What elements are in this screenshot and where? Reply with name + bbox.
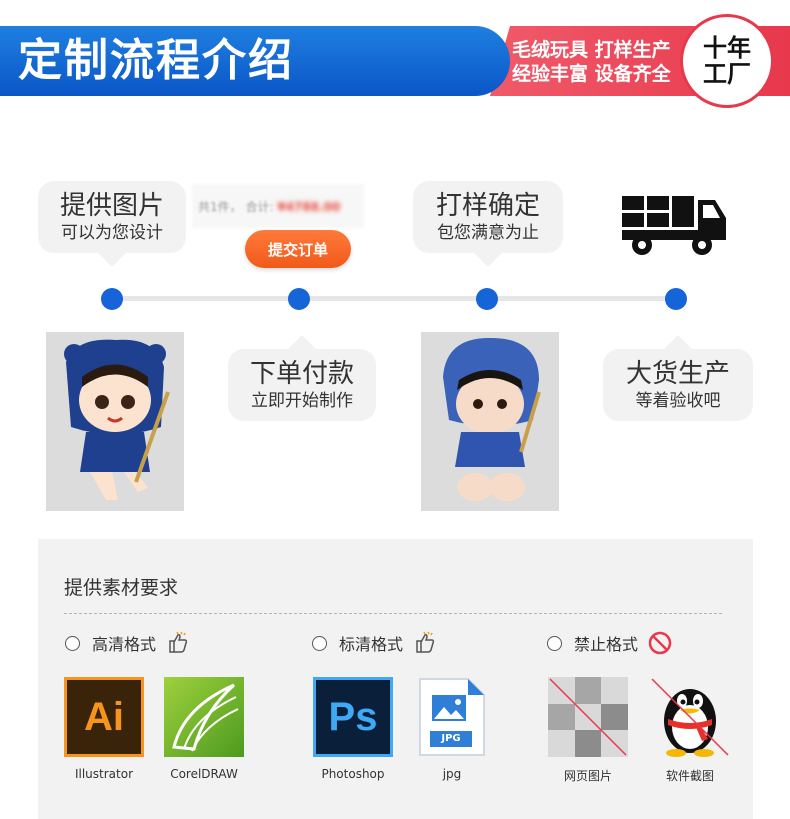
photoshop-logo-text: Ps xyxy=(328,694,378,739)
order-total-value: ¥4788.00 xyxy=(277,200,341,214)
material-requirements-panel: 提供素材要求 高清格式 标清格式 禁止格式 Ai Illustrator Cor… xyxy=(38,539,753,819)
dashed-divider xyxy=(64,613,722,614)
order-summary-snippet: 共1件， 合计: ¥4788.00 xyxy=(192,184,364,228)
file-jpg: JPG jpg xyxy=(418,677,486,781)
step-provide-image-bubble: 提供图片 可以为您设计 xyxy=(38,181,186,267)
jpg-file-icon: JPG xyxy=(418,677,486,757)
file-caption: Photoshop xyxy=(321,767,385,781)
step-title: 打样确定 xyxy=(435,191,540,221)
step-title: 提供图片 xyxy=(59,191,164,221)
file-illustrator: Ai Illustrator xyxy=(64,677,144,781)
step-title: 大货生产 xyxy=(625,359,730,389)
illustrator-icon: Ai xyxy=(64,677,144,757)
format-group-forbidden: 禁止格式 xyxy=(547,631,672,655)
timeline-dot-4 xyxy=(665,288,687,310)
qq-penguin-icon xyxy=(650,677,730,757)
ten-year-factory-badge: 十年 工厂 xyxy=(680,14,774,108)
file-caption: CorelDRAW xyxy=(170,767,238,781)
step-subtitle: 包您满意为止 xyxy=(437,223,539,243)
file-caption: jpg xyxy=(442,767,462,781)
badge-line-2: 工厂 xyxy=(703,59,751,88)
step-order-pay-bubble: 下单付款 立即开始制作 xyxy=(228,335,376,421)
badge-line-1: 十年 xyxy=(703,33,751,62)
timeline-dot-2 xyxy=(288,288,310,310)
step-subtitle: 等着验收吧 xyxy=(635,391,721,411)
illustrator-logo-text: Ai xyxy=(84,694,124,739)
page-title: 定制流程介绍 xyxy=(18,35,294,86)
requirements-title: 提供素材要求 xyxy=(64,577,179,599)
timeline-dot-1 xyxy=(101,288,123,310)
header-banner: 定制流程介绍 毛绒玩具 打样生产 经验丰富 设备齐全 十年 工厂 xyxy=(0,14,790,108)
thumbs-up-icon xyxy=(169,631,188,653)
tagline-line-1: 毛绒玩具 打样生产 xyxy=(512,39,671,61)
timeline-track xyxy=(112,296,677,301)
photoshop-icon: Ps xyxy=(313,677,393,757)
banner-tagline: 毛绒玩具 打样生产 经验丰富 设备齐全 xyxy=(512,38,682,86)
file-web-image: 网页图片 xyxy=(548,677,628,784)
file-caption: 软件截图 xyxy=(665,769,714,783)
step-sample-confirm-bubble: 打样确定 包您满意为止 xyxy=(413,181,563,267)
format-hd-label: 高清格式 xyxy=(92,635,157,654)
plush-sample-image xyxy=(421,332,559,511)
submit-order-button[interactable]: 提交订单 xyxy=(245,230,351,268)
format-forbidden-label: 禁止格式 xyxy=(574,635,639,654)
timeline-dot-3 xyxy=(476,288,498,310)
web-image-icon xyxy=(548,677,628,757)
delivery-truck-icon xyxy=(622,196,726,255)
order-count: 共1件， xyxy=(198,200,242,214)
file-caption: Illustrator xyxy=(74,767,134,781)
format-group-sd: 标清格式 xyxy=(312,631,437,655)
format-sd-radio[interactable] xyxy=(312,635,327,651)
file-caption: 网页图片 xyxy=(563,769,612,783)
order-total-label: 合计: xyxy=(245,200,274,214)
file-photoshop: Ps Photoshop xyxy=(313,677,393,781)
format-sd-label: 标清格式 xyxy=(339,635,404,654)
step-mass-production-bubble: 大货生产 等着验收吧 xyxy=(603,335,753,421)
prohibited-icon xyxy=(648,631,672,655)
format-group-hd: 高清格式 xyxy=(65,631,190,655)
step-title: 下单付款 xyxy=(249,359,354,389)
character-drawing-image xyxy=(46,332,184,511)
format-hd-radio[interactable] xyxy=(65,635,80,651)
file-coreldraw: CorelDRAW xyxy=(164,677,244,781)
tagline-line-2: 经验丰富 设备齐全 xyxy=(512,63,671,85)
step-subtitle: 立即开始制作 xyxy=(251,391,353,411)
format-forbidden-radio[interactable] xyxy=(547,635,562,651)
jpg-logo-text: JPG xyxy=(441,733,461,744)
file-software-screenshot: 软件截图 xyxy=(650,677,730,784)
coreldraw-icon xyxy=(164,677,244,757)
thumbs-up-icon xyxy=(416,631,435,653)
step-subtitle: 可以为您设计 xyxy=(61,223,163,243)
